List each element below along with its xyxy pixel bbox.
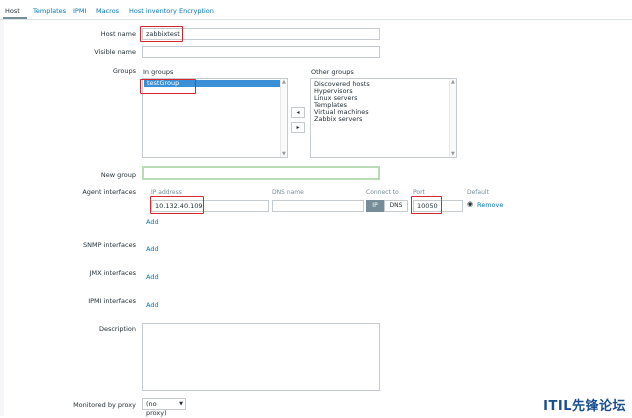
ipmi-interfaces-label: IPMI interfaces bbox=[88, 297, 136, 305]
other-groups-label: Other groups bbox=[311, 68, 354, 76]
new-group-label: New group bbox=[100, 171, 136, 179]
active-tab-indicator bbox=[3, 17, 27, 19]
scrollbar[interactable]: ▲ ▼ bbox=[449, 79, 456, 157]
scrollbar[interactable]: ▲ ▼ bbox=[280, 79, 287, 157]
highlight-box bbox=[140, 79, 196, 94]
add-jmx-interface-link[interactable]: Add bbox=[146, 273, 159, 281]
connect-ip-button[interactable]: IP bbox=[366, 200, 384, 212]
column-header-connect: Connect to bbox=[366, 189, 399, 196]
tab-host-inventory[interactable]: Host inventory bbox=[129, 7, 177, 15]
scroll-down-icon[interactable]: ▼ bbox=[282, 151, 286, 157]
chevron-down-icon: ▼ bbox=[179, 401, 183, 407]
jmx-interfaces-label: JMX interfaces bbox=[89, 269, 136, 277]
tab-host[interactable]: Host bbox=[5, 7, 20, 15]
column-header-port: Port bbox=[413, 189, 425, 196]
tab-ipmi[interactable]: IPMI bbox=[73, 7, 86, 15]
scroll-down-icon[interactable]: ▼ bbox=[451, 151, 455, 157]
visible-name-input[interactable] bbox=[142, 46, 380, 58]
proxy-select-value: (no proxy) bbox=[146, 400, 167, 417]
column-header-dns: DNS name bbox=[272, 189, 304, 196]
move-left-button[interactable]: ◂ bbox=[291, 107, 305, 118]
visible-name-label: Visible name bbox=[94, 48, 136, 56]
other-groups-listbox[interactable]: Discovered hosts Hypervisors Linux serve… bbox=[310, 78, 457, 158]
highlight-box bbox=[411, 196, 442, 214]
tab-macros[interactable]: Macros bbox=[96, 7, 119, 15]
proxy-label: Monitored by proxy bbox=[73, 401, 136, 409]
in-groups-label: In groups bbox=[143, 68, 174, 76]
default-radio-icon[interactable]: ◉ bbox=[467, 200, 473, 208]
agent-interfaces-label: Agent interfaces bbox=[82, 188, 136, 196]
highlight-box bbox=[150, 196, 204, 214]
add-snmp-interface-link[interactable]: Add bbox=[146, 245, 159, 253]
snmp-interfaces-label: SNMP interfaces bbox=[83, 241, 136, 249]
connect-dns-button[interactable]: DNS bbox=[384, 200, 408, 212]
description-label: Description bbox=[98, 325, 136, 333]
scroll-up-icon[interactable]: ▲ bbox=[451, 79, 455, 85]
column-header-default: Default bbox=[467, 189, 489, 196]
dns-name-input[interactable] bbox=[272, 200, 364, 212]
new-group-input[interactable] bbox=[142, 166, 380, 180]
tab-templates[interactable]: Templates bbox=[33, 7, 66, 15]
highlight-box bbox=[140, 26, 183, 42]
host-name-label: Host name bbox=[100, 30, 136, 38]
add-agent-interface-link[interactable]: Add bbox=[146, 218, 159, 226]
groups-label: Groups bbox=[112, 67, 136, 75]
remove-interface-link[interactable]: Remove bbox=[477, 201, 503, 209]
scroll-up-icon[interactable]: ▲ bbox=[282, 79, 286, 85]
add-ipmi-interface-link[interactable]: Add bbox=[146, 301, 159, 309]
list-item[interactable]: Zabbix servers bbox=[311, 116, 456, 123]
tab-encryption[interactable]: Encryption bbox=[179, 7, 214, 15]
description-textarea[interactable] bbox=[142, 323, 380, 391]
column-header-ip: IP address bbox=[151, 189, 182, 196]
proxy-select[interactable]: (no proxy) ▼ bbox=[142, 398, 186, 417]
tab-bar: Host Templates IPMI Macros Host inventor… bbox=[0, 0, 632, 20]
watermark-logo: ITIL先锋论坛 bbox=[543, 399, 626, 414]
move-right-button[interactable]: ▸ bbox=[291, 122, 305, 133]
